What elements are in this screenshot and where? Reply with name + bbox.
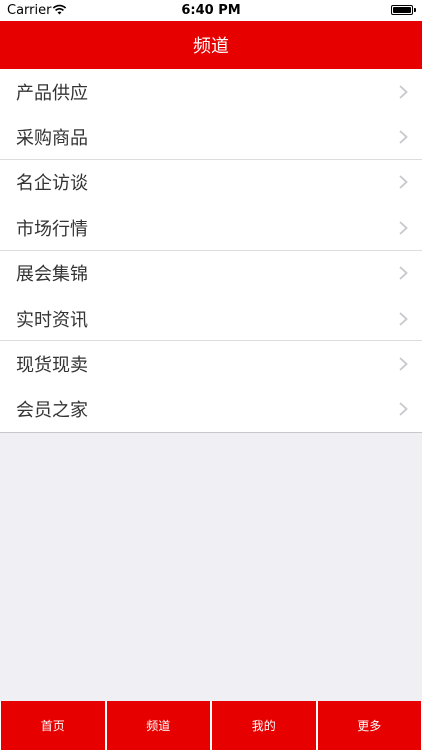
page-title: 频道 — [193, 36, 229, 57]
channel-item-purchase-goods[interactable]: 采购商品 — [0, 114, 422, 160]
tab-channels[interactable]: 频道 — [106, 701, 210, 750]
battery-icon — [391, 5, 416, 15]
channel-item-news[interactable]: 实时资讯 — [0, 296, 422, 342]
tab-label: 更多 — [357, 719, 382, 733]
tab-label: 我的 — [251, 719, 276, 733]
tab-label: 频道 — [146, 719, 171, 733]
tab-bar: 首页 频道 我的 更多 — [0, 701, 422, 750]
tab-home[interactable]: 首页 — [1, 701, 105, 750]
channel-item-label: 产品供应 — [16, 82, 88, 104]
clock: 6:40 PM — [181, 3, 241, 18]
chevron-right-icon — [399, 221, 408, 235]
tab-label: 首页 — [40, 719, 65, 733]
chevron-right-icon — [399, 357, 408, 371]
chevron-right-icon — [399, 402, 408, 417]
chevron-right-icon — [399, 266, 408, 280]
chevron-right-icon — [399, 311, 408, 326]
tab-mine[interactable]: 我的 — [212, 701, 316, 750]
channel-item-label: 现货现卖 — [16, 355, 88, 377]
screen: Carrier 6:40 PM 频道 产品供应 采购商品 名企访谈 市场行情 展… — [0, 0, 422, 750]
status-bar: Carrier 6:40 PM — [0, 0, 422, 21]
navigation-bar: 频道 — [0, 21, 422, 69]
channel-item-label: 实时资讯 — [16, 309, 88, 331]
tab-more[interactable]: 更多 — [317, 701, 421, 750]
chevron-right-icon — [399, 175, 408, 190]
chevron-right-icon — [399, 85, 408, 99]
channel-item-exhibitions[interactable]: 展会集锦 — [0, 251, 422, 296]
channel-item-market[interactable]: 市场行情 — [0, 205, 422, 251]
channel-item-members[interactable]: 会员之家 — [0, 387, 422, 432]
channel-item-label: 市场行情 — [16, 218, 88, 240]
channel-item-label: 展会集锦 — [16, 264, 88, 286]
channel-item-label: 会员之家 — [16, 400, 88, 422]
channel-list: 产品供应 采购商品 名企访谈 市场行情 展会集锦 实时资讯 现货现卖 会员之家 — [0, 69, 422, 434]
channel-item-label: 名企访谈 — [16, 173, 88, 195]
channel-item-label: 采购商品 — [16, 128, 88, 150]
channel-item-interviews[interactable]: 名企访谈 — [0, 160, 422, 205]
channel-item-product-supply[interactable]: 产品供应 — [0, 69, 422, 114]
chevron-right-icon — [399, 130, 408, 144]
channel-item-spot-goods[interactable]: 现货现卖 — [0, 341, 422, 386]
